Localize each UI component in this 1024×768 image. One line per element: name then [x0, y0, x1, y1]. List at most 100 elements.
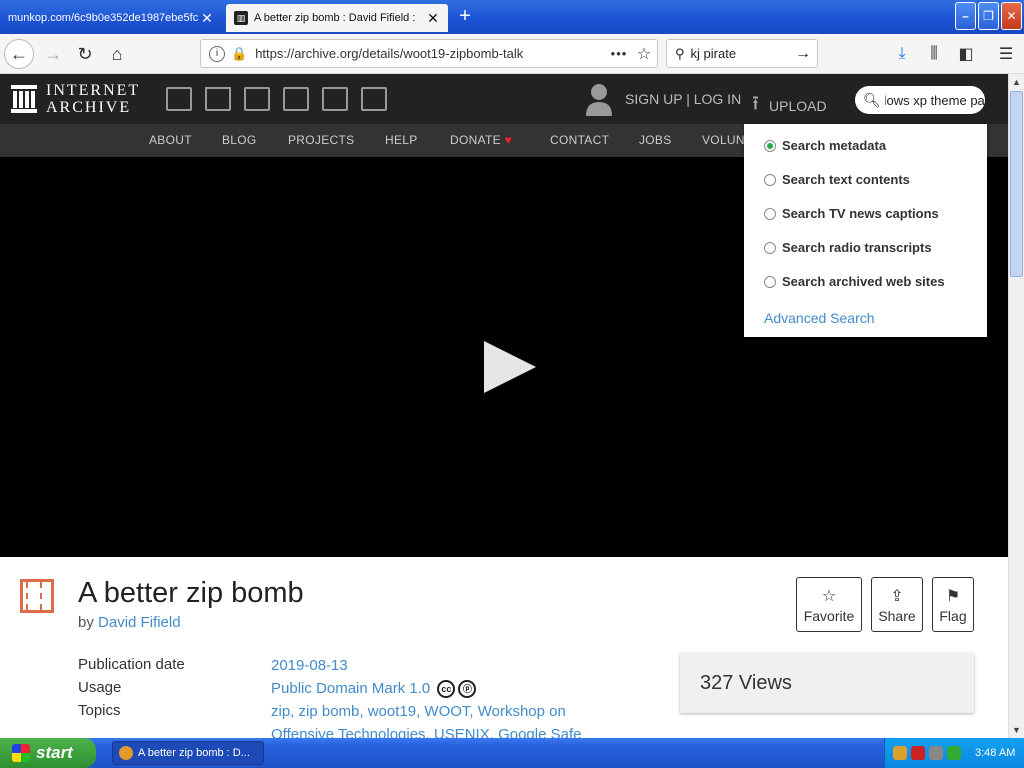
restore-button[interactable]: ❐ — [978, 2, 999, 30]
tray-volume-icon[interactable] — [929, 746, 943, 760]
views-count: 327 Views — [680, 653, 974, 713]
windows-logo-icon — [12, 744, 30, 762]
option-search-tv[interactable]: Search TV news captions — [764, 206, 939, 221]
search-icon: 🔍︎ — [863, 91, 881, 108]
meta-label-usage: Usage — [78, 679, 122, 696]
lock-icon: 🔒 — [231, 45, 248, 61]
browser-navbar: ← → ↻ ⌂ i 🔒 https://archive.org/details/… — [0, 34, 1024, 74]
menu-icon[interactable]: ☰ — [994, 42, 1018, 66]
scroll-thumb[interactable] — [1010, 91, 1023, 277]
page-scrollbar[interactable]: ▲ ▼ — [1008, 74, 1024, 738]
option-search-text[interactable]: Search text contents — [764, 172, 910, 187]
scroll-down-icon[interactable]: ▼ — [1009, 722, 1024, 738]
option-search-metadata[interactable]: Search metadata — [764, 138, 886, 153]
radio[interactable] — [764, 207, 776, 220]
pd-icon: ⓟ — [458, 680, 477, 699]
nav-volunteer[interactable]: VOLUN — [702, 133, 745, 147]
minimize-button[interactable]: – — [955, 2, 976, 30]
web-icon[interactable] — [166, 87, 192, 111]
flag-label: Flag — [939, 607, 967, 624]
option-label: Search text contents — [782, 172, 910, 187]
nav-donate[interactable]: DONATE ♥ — [450, 133, 512, 147]
tab-label: munkop.com/6c9b0e352de1987ebe5fc — [8, 12, 199, 24]
page-actions-icon[interactable]: ••• — [607, 46, 631, 61]
browser-tabbar: munkop.com/6c9b0e352de1987ebe5fc ✕ ▥ A b… — [0, 0, 1024, 34]
start-button[interactable]: start — [0, 738, 96, 768]
radio[interactable] — [764, 173, 776, 186]
tray-security-icon[interactable] — [911, 746, 925, 760]
back-button[interactable]: ← — [4, 39, 34, 69]
flag-button[interactable]: ⚑ Flag — [932, 577, 974, 632]
nav-blog[interactable]: BLOG — [222, 133, 257, 147]
browser-search-bar[interactable]: ⚲ kj pirate → — [666, 39, 818, 68]
search-icon: ⚲ — [675, 45, 685, 61]
home-button[interactable]: ⌂ — [102, 39, 132, 69]
tray-update-icon[interactable] — [947, 746, 961, 760]
tray-network-icon[interactable] — [893, 746, 907, 760]
favorite-button[interactable]: ☆ Favorite — [796, 577, 862, 632]
meta-label-topics: Topics — [78, 702, 121, 719]
advanced-search-link[interactable]: Advanced Search — [764, 310, 875, 326]
nav-projects[interactable]: PROJECTS — [288, 133, 354, 147]
share-icon: ⇪ — [890, 587, 904, 605]
video-icon[interactable] — [244, 87, 270, 111]
ia-search-value[interactable]: windows xp theme pa — [885, 93, 985, 108]
nav-about[interactable]: ABOUT — [149, 133, 192, 147]
nav-help[interactable]: HELP — [385, 133, 418, 147]
meta-value-usage: Public Domain Mark 1.0 cc ⓟ — [271, 677, 601, 700]
arrow-right-icon[interactable]: → — [789, 45, 817, 63]
user-icon[interactable] — [584, 82, 614, 116]
flag-icon: ⚑ — [945, 587, 961, 605]
forward-button[interactable]: → — [38, 39, 68, 69]
url-text[interactable]: https://archive.org/details/woot19-zipbo… — [255, 46, 607, 61]
browser-search-value[interactable]: kj pirate — [691, 46, 737, 61]
radio[interactable] — [764, 241, 776, 254]
ia-search-input[interactable]: 🔍︎ windows xp theme pa — [855, 86, 985, 114]
nav-contact[interactable]: CONTACT — [550, 133, 609, 147]
option-search-web[interactable]: Search archived web sites — [764, 274, 945, 289]
new-tab-button[interactable]: + — [452, 4, 478, 30]
taskbar-item-browser[interactable]: A better zip bomb : D... — [112, 741, 264, 765]
radio[interactable] — [764, 275, 776, 288]
nav-jobs[interactable]: JOBS — [639, 133, 672, 147]
tab-zipbomb[interactable]: ▥ A better zip bomb : David Fifield : ✕ — [226, 4, 448, 32]
close-icon[interactable]: ✕ — [426, 10, 440, 27]
option-label: Search TV news captions — [782, 206, 939, 221]
library-icon[interactable]: ⫼ — [922, 42, 946, 66]
upload-link[interactable]: ⭱ UPLOAD — [752, 89, 827, 123]
url-bar[interactable]: i 🔒 https://archive.org/details/woot19-z… — [200, 39, 658, 68]
share-button[interactable]: ⇪ Share — [871, 577, 923, 632]
download-icon[interactable]: ⤓ — [890, 42, 914, 66]
close-window-button[interactable]: ✕ — [1001, 2, 1022, 30]
archive-favicon-icon: ▥ — [234, 11, 248, 25]
heart-icon: ♥ — [504, 133, 512, 147]
bookmark-star-icon[interactable]: ☆ — [631, 44, 657, 64]
audio-icon[interactable] — [283, 87, 309, 111]
play-icon[interactable] — [484, 341, 536, 393]
start-label: start — [36, 743, 73, 762]
usage-link[interactable]: Public Domain Mark 1.0 — [271, 680, 430, 697]
reload-button[interactable]: ↻ — [70, 39, 100, 69]
software-icon[interactable] — [322, 87, 348, 111]
ia-logo[interactable]: INTERNET ARCHIVE — [10, 82, 140, 116]
media-type-icons — [166, 87, 387, 111]
author-link[interactable]: David Fifield — [98, 614, 181, 631]
texts-icon[interactable] — [205, 87, 231, 111]
info-icon[interactable]: i — [209, 45, 225, 62]
images-icon[interactable] — [361, 87, 387, 111]
item-title: A better zip bomb — [78, 577, 304, 609]
meta-value-pubdate[interactable]: 2019-08-13 — [271, 654, 601, 677]
option-label: Search archived web sites — [782, 274, 945, 289]
option-label: Search metadata — [782, 138, 887, 153]
option-search-radio[interactable]: Search radio transcripts — [764, 240, 932, 255]
signin-link[interactable]: SIGN UP | LOG IN — [625, 91, 741, 107]
tab-munkop[interactable]: munkop.com/6c9b0e352de1987ebe5fc ✕ — [0, 4, 222, 32]
firefox-icon — [119, 746, 133, 760]
scroll-up-icon[interactable]: ▲ — [1009, 74, 1024, 90]
sidebar-icon[interactable]: ◧ — [954, 42, 978, 66]
logo-line2: ARCHIVE — [46, 99, 132, 116]
radio-selected[interactable] — [764, 139, 776, 152]
close-icon[interactable]: ✕ — [200, 10, 214, 27]
film-icon — [20, 579, 54, 613]
system-tray: 3:48 AM — [884, 738, 1024, 768]
